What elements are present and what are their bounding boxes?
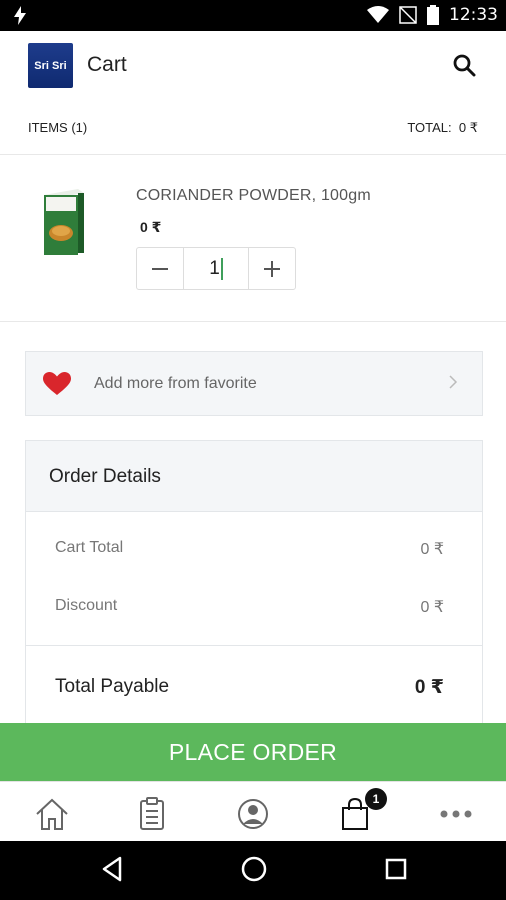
discount-label: Discount — [55, 597, 118, 614]
chevron-right-icon — [449, 375, 458, 389]
items-count: ITEMS (1) — [28, 120, 88, 135]
back-icon[interactable] — [100, 855, 124, 883]
home-button-icon[interactable] — [240, 855, 268, 883]
increase-quantity-button[interactable] — [249, 248, 295, 289]
app-bar: Sri Sri Cart — [0, 31, 506, 101]
order-details-card: Order Details Cart Total 0 ₹ Discount 0 … — [25, 440, 483, 742]
search-icon[interactable] — [452, 53, 476, 77]
order-details-header: Order Details — [26, 441, 482, 512]
home-icon — [36, 798, 68, 830]
nav-home[interactable] — [30, 794, 74, 834]
cart-badge: 1 — [365, 788, 387, 810]
minus-icon — [152, 267, 168, 270]
total-payable-value: 0 ₹ — [414, 677, 444, 698]
heart-icon — [43, 372, 71, 395]
orders-icon — [140, 797, 164, 830]
order-divider — [26, 645, 482, 646]
plus-icon — [264, 260, 280, 277]
logo-text: Sri Sri — [34, 59, 67, 72]
favorite-label: Add more from favorite — [94, 375, 257, 392]
charging-icon — [14, 6, 26, 25]
profile-icon — [238, 799, 268, 829]
product-name[interactable]: CORIANDER POWDER, 100gm — [136, 187, 371, 205]
no-signal-icon — [399, 6, 417, 24]
nav-more[interactable] — [434, 794, 478, 834]
place-order-button[interactable]: PLACE ORDER — [0, 723, 506, 781]
text-cursor — [220, 257, 223, 280]
battery-icon — [427, 5, 439, 25]
quantity-value: 1 — [209, 257, 220, 279]
product-image[interactable] — [40, 185, 88, 261]
brand-logo: Sri Sri — [28, 43, 73, 88]
status-time: 12:33 — [449, 5, 498, 25]
recents-icon[interactable] — [384, 855, 408, 883]
wifi-icon — [367, 6, 389, 23]
total-payable-label: Total Payable — [55, 676, 170, 697]
cart-item: CORIANDER POWDER, 100gm 0 ₹ 1 — [0, 155, 506, 322]
cart-total-label: Cart Total — [55, 539, 124, 556]
cart-total-value: 0 ₹ — [420, 541, 444, 558]
discount-value: 0 ₹ — [420, 599, 444, 616]
nav-orders[interactable] — [130, 794, 174, 834]
quantity-input[interactable]: 1 — [183, 248, 249, 289]
cart-summary-bar: ITEMS (1) TOTAL: 0 ₹ — [0, 101, 506, 155]
product-price: 0 ₹ — [140, 219, 162, 235]
cart-total-summary: TOTAL: 0 ₹ — [407, 120, 478, 136]
total-value: 0 ₹ — [458, 120, 478, 135]
decrease-quantity-button[interactable] — [137, 248, 183, 289]
status-bar: 12:33 — [0, 0, 506, 31]
quantity-stepper: 1 — [136, 247, 296, 290]
more-icon — [440, 810, 472, 818]
page-title: Cart — [87, 53, 127, 76]
nav-profile[interactable] — [231, 794, 275, 834]
add-from-favorite-row[interactable]: Add more from favorite — [25, 351, 483, 416]
bottom-navigation: 1 — [0, 781, 506, 842]
order-details-title: Order Details — [49, 466, 161, 487]
total-label: TOTAL: — [407, 120, 452, 135]
nav-cart[interactable]: 1 — [333, 788, 387, 834]
system-navigation-bar — [0, 841, 506, 900]
